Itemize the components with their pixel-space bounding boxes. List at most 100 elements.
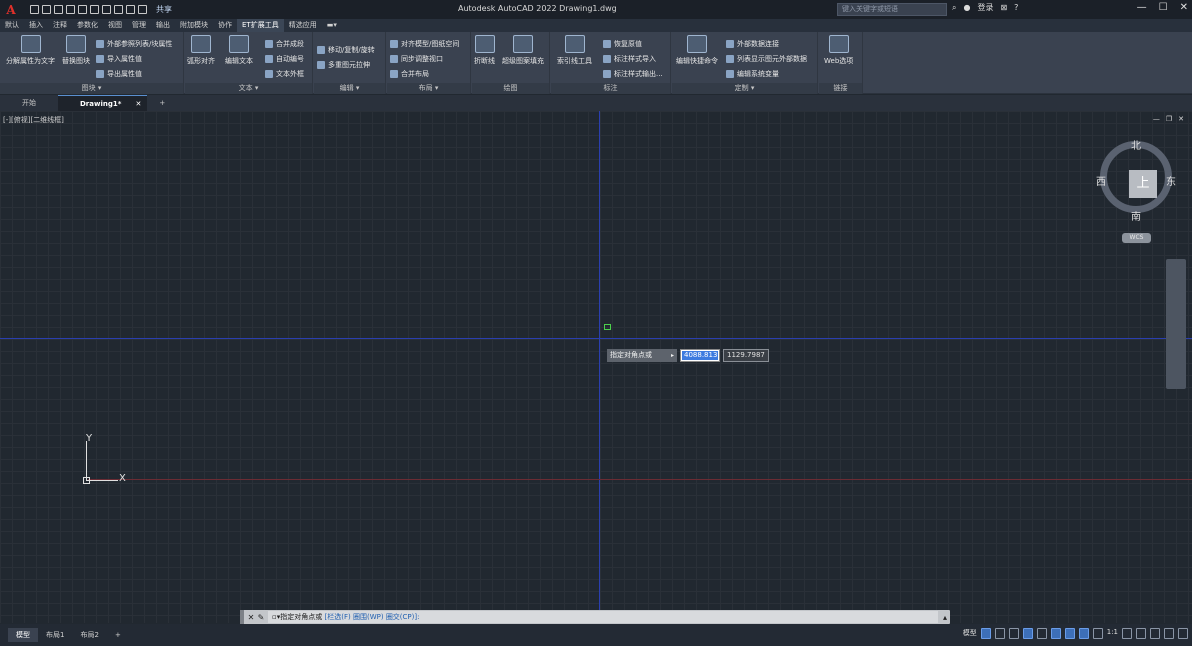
explode-attributes-button[interactable]: 分解属性为文字 bbox=[6, 35, 55, 66]
ribbon-toggle-icon[interactable]: ▬▾ bbox=[322, 19, 342, 32]
annotation-visibility-icon[interactable] bbox=[1078, 628, 1089, 639]
block-panel-title[interactable]: 图块 ▾ bbox=[0, 83, 183, 94]
command-option-cpolygon[interactable]: 圈交(CP)]: bbox=[386, 613, 420, 621]
text-frame-button[interactable]: 文本外框 bbox=[265, 69, 304, 79]
layout-tab-add[interactable]: + bbox=[107, 628, 129, 642]
user-icon[interactable]: ● bbox=[963, 3, 970, 12]
annotation-monitor-icon[interactable] bbox=[1136, 628, 1146, 639]
arc-align-button[interactable]: 弧形对齐 bbox=[187, 35, 215, 66]
external-data-button[interactable]: 外部数据连接 bbox=[726, 39, 779, 49]
move-copy-rotate-button[interactable]: 移动/复制/旋转 bbox=[317, 45, 375, 55]
tab-manage[interactable]: 管理 bbox=[127, 19, 151, 32]
layout-panel-title[interactable]: 布局 ▾ bbox=[387, 83, 470, 94]
polar-icon[interactable] bbox=[1022, 628, 1033, 639]
dimstyle-import-button[interactable]: 标注样式导入 bbox=[603, 54, 656, 64]
merge-paragraph-button[interactable]: 合并成段 bbox=[265, 39, 304, 49]
dynamic-input-x[interactable]: 4088.813 bbox=[680, 349, 720, 362]
viewcube-top-face[interactable]: 上 bbox=[1129, 170, 1157, 198]
layout-tab-layout2[interactable]: 布局2 bbox=[72, 628, 106, 642]
align-space-button[interactable]: 对齐模型/图纸空间 bbox=[390, 39, 459, 49]
viewcube-east[interactable]: 东 bbox=[1166, 173, 1176, 188]
tab-collaborate[interactable]: 协作 bbox=[213, 19, 237, 32]
import-attributes-button[interactable]: 导入属性值 bbox=[96, 54, 142, 64]
share-icon[interactable] bbox=[138, 5, 147, 14]
command-history-icon[interactable]: ▴ bbox=[940, 613, 950, 622]
viewcube-south[interactable]: 南 bbox=[1131, 208, 1141, 223]
object-snap-icon[interactable] bbox=[1064, 628, 1075, 639]
multi-stretch-button[interactable]: 多重图元拉伸 bbox=[317, 60, 370, 70]
customize-menu-icon[interactable] bbox=[1178, 628, 1188, 639]
auto-scale-icon[interactable] bbox=[1092, 628, 1103, 639]
tab-express-tools[interactable]: ET扩展工具 bbox=[237, 19, 284, 32]
undo-icon[interactable] bbox=[114, 5, 123, 14]
autocad-logo-icon[interactable]: A bbox=[0, 0, 22, 19]
sync-viewport-button[interactable]: 同步调整视口 bbox=[390, 54, 443, 64]
viewport-controls-label[interactable]: [-][俯视][二维线框] bbox=[3, 115, 64, 125]
open-icon[interactable] bbox=[42, 5, 51, 14]
ortho-icon[interactable] bbox=[1008, 628, 1019, 639]
help-icon[interactable]: ? bbox=[1014, 3, 1018, 12]
model-space-button[interactable]: 模型 bbox=[963, 628, 977, 639]
super-hatch-button[interactable]: 超级图案填充 bbox=[502, 35, 544, 66]
isodraft-icon[interactable] bbox=[1036, 628, 1047, 639]
leader-tools-button[interactable]: 索引线工具 bbox=[557, 35, 592, 66]
tab-annotate[interactable]: 注释 bbox=[48, 19, 72, 32]
close-icon[interactable]: ✕ bbox=[1180, 2, 1188, 13]
tab-insert[interactable]: 插入 bbox=[24, 19, 48, 32]
draw-panel-title[interactable]: 绘图 bbox=[472, 83, 549, 94]
snap-icon[interactable] bbox=[994, 628, 1005, 639]
cart-icon[interactable]: ⊠ bbox=[1000, 3, 1007, 12]
grid-icon[interactable] bbox=[980, 628, 991, 639]
share-button[interactable]: 共享 bbox=[156, 4, 172, 15]
layout-tab-layout1[interactable]: 布局1 bbox=[38, 628, 72, 642]
command-grip[interactable] bbox=[240, 610, 244, 624]
web-save-icon[interactable] bbox=[90, 5, 99, 14]
save-as-icon[interactable] bbox=[66, 5, 75, 14]
navigation-bar[interactable] bbox=[1166, 259, 1186, 389]
redo-icon[interactable] bbox=[126, 5, 135, 14]
tab-view[interactable]: 视图 bbox=[103, 19, 127, 32]
workspace-gear-icon[interactable] bbox=[1122, 628, 1132, 639]
object-snap-tracking-icon[interactable] bbox=[1050, 628, 1061, 639]
layout-tab-model[interactable]: 模型 bbox=[8, 628, 38, 642]
edit-alias-button[interactable]: 编辑快捷命令 bbox=[676, 35, 718, 66]
xref-list-button[interactable]: 外部参照列表/块属性 bbox=[96, 39, 172, 49]
new-tab-button[interactable]: + bbox=[147, 95, 177, 111]
auto-number-button[interactable]: 自动编号 bbox=[265, 54, 304, 64]
tab-addins[interactable]: 附加模块 bbox=[175, 19, 213, 32]
customize-panel-title[interactable]: 定制 ▾ bbox=[672, 83, 817, 94]
minimize-icon[interactable]: — bbox=[1137, 2, 1147, 13]
viewport-restore-icon[interactable]: ❐ bbox=[1166, 115, 1172, 123]
command-close-icon[interactable]: ✕ bbox=[246, 613, 256, 622]
tab-default[interactable]: 默认 bbox=[0, 19, 24, 32]
login-button[interactable]: 登录 bbox=[977, 2, 993, 13]
dimension-panel-title[interactable]: 标注 bbox=[551, 83, 670, 94]
close-tab-icon[interactable]: ✕ bbox=[136, 96, 142, 112]
print-icon[interactable] bbox=[102, 5, 111, 14]
viewport-close-icon[interactable]: ✕ bbox=[1178, 115, 1184, 123]
replace-block-button[interactable]: 替换图块 bbox=[62, 35, 90, 66]
merge-layout-button[interactable]: 合并布局 bbox=[390, 69, 429, 79]
save-icon[interactable] bbox=[54, 5, 63, 14]
edit-text-button[interactable]: 编辑文本 bbox=[225, 35, 253, 66]
restore-value-button[interactable]: 恢复原值 bbox=[603, 39, 642, 49]
isolate-objects-icon[interactable] bbox=[1150, 628, 1160, 639]
drawing-tab[interactable]: Drawing1* ✕ bbox=[58, 95, 148, 112]
new-icon[interactable] bbox=[30, 5, 39, 14]
search-icon[interactable]: ⌕ bbox=[952, 3, 956, 13]
tab-featured-apps[interactable]: 精选应用 bbox=[284, 19, 322, 32]
search-input[interactable]: 键入关键字或短语 bbox=[837, 3, 947, 16]
viewcube-north[interactable]: 北 bbox=[1131, 137, 1141, 152]
command-settings-icon[interactable]: ✎ bbox=[256, 613, 266, 622]
viewport-minimize-icon[interactable]: — bbox=[1153, 115, 1160, 123]
command-option-wpolygon[interactable]: 圈围(WP) bbox=[353, 613, 384, 621]
maximize-icon[interactable]: ☐ bbox=[1159, 2, 1168, 13]
web-options-button[interactable]: Web选项 bbox=[824, 35, 853, 66]
tab-parametric[interactable]: 参数化 bbox=[72, 19, 103, 32]
viewcube-west[interactable]: 西 bbox=[1096, 173, 1106, 188]
dimstyle-export-button[interactable]: 标注样式输出... bbox=[603, 69, 663, 79]
edit-sysvar-button[interactable]: 编辑系统变量 bbox=[726, 69, 779, 79]
drawing-canvas[interactable]: [-][俯视][二维线框] — ❐ ✕ 上 北 南 东 西 WCS 指定对角点或… bbox=[0, 111, 1192, 623]
command-input[interactable]: ▫▾指定对角点或 [栏选(F) 圈围(WP) 圈交(CP)]: bbox=[268, 611, 938, 623]
list-xdata-button[interactable]: 列表显示图元外部数据 bbox=[726, 54, 807, 64]
